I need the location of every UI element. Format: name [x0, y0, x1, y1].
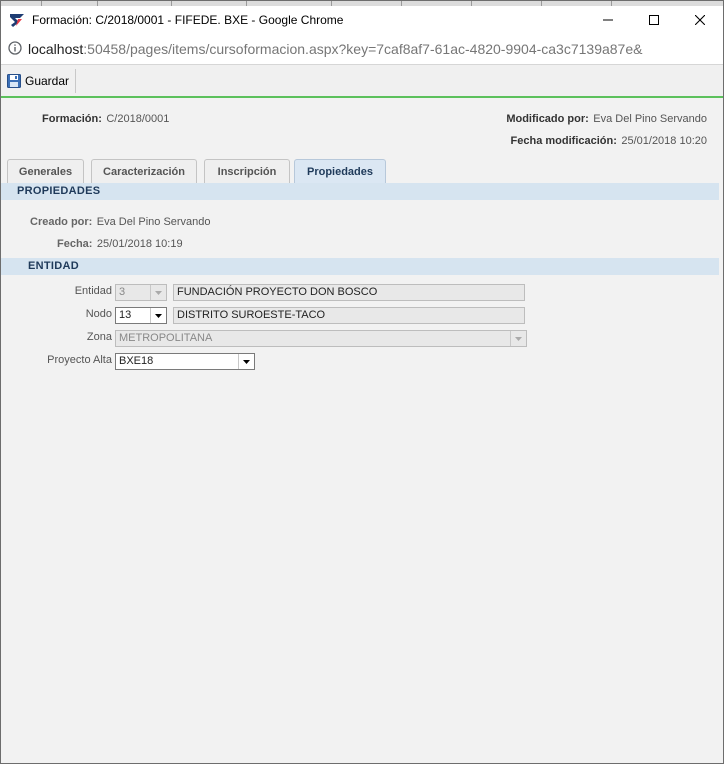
proyecto-alta-select[interactable]: BXE18 [115, 353, 255, 370]
app-logo-icon [10, 14, 24, 27]
tab-inscripcion[interactable]: Inscripción [204, 159, 290, 183]
window-title: Formación: C/2018/0001 - FIFEDE. BXE - G… [32, 13, 344, 27]
nodo-code-select[interactable]: 13 [115, 307, 167, 324]
formacion-value: C/2018/0001 [106, 113, 170, 125]
browser-window: Formación: C/2018/0001 - FIFEDE. BXE - G… [0, 0, 724, 764]
entidad-code-value: 3 [119, 286, 126, 298]
close-icon [695, 15, 705, 25]
nodo-name-field: DISTRITO SUROESTE-TACO [173, 307, 525, 324]
modificado-label: Modificado por: [506, 113, 589, 125]
chevron-down-icon [155, 313, 162, 318]
creado-por-label: Creado por: [30, 216, 93, 228]
maximize-icon [649, 15, 659, 25]
save-button-label: Guardar [25, 74, 70, 88]
entidad-dropdown-button[interactable] [150, 285, 166, 300]
chevron-down-icon [515, 336, 522, 341]
save-button[interactable]: Guardar [4, 69, 77, 93]
creado-por-info: Creado por: Eva Del Pino Servando [30, 212, 211, 230]
chevron-down-icon [243, 359, 250, 364]
section-entidad-header: ENTIDAD [1, 258, 719, 275]
tab-propiedades[interactable]: Propiedades [294, 159, 386, 183]
nodo-dropdown-button[interactable] [150, 308, 166, 323]
tab-caracterizacion[interactable]: Caracterización [91, 159, 197, 183]
entidad-name-field: FUNDACIÓN PROYECTO DON BOSCO [173, 284, 525, 301]
url-path: :50458/pages/items/cursoformacion.aspx?k… [83, 41, 643, 57]
proyecto-alta-dropdown-button[interactable] [238, 354, 254, 369]
modificado-info: Modificado por: Eva Del Pino Servando [506, 109, 707, 127]
zona-select[interactable]: METROPOLITANA [115, 330, 527, 347]
fecha-modificacion-label: Fecha modificación: [510, 135, 617, 147]
entidad-label: Entidad [74, 285, 112, 297]
info-icon[interactable] [8, 41, 22, 55]
url-text[interactable]: localhost:50458/pages/items/cursoformaci… [28, 41, 642, 57]
url-host: localhost [28, 41, 84, 57]
zona-label: Zona [86, 331, 112, 343]
section-propiedades-header: PROPIEDADES [1, 183, 719, 200]
maximize-button[interactable] [631, 6, 677, 34]
fecha-modificacion-value: 25/01/2018 10:20 [621, 135, 707, 147]
minimize-icon [603, 19, 613, 21]
fecha-modificacion-info: Fecha modificación: 25/01/2018 10:20 [511, 131, 707, 149]
fecha-creacion-label: Fecha: [57, 238, 93, 250]
form-content: Formación: C/2018/0001 Modificado por: E… [1, 98, 723, 763]
proyecto-alta-value: BXE18 [119, 355, 154, 367]
zona-dropdown-button[interactable] [510, 331, 526, 346]
formacion-label: Formación: [42, 113, 102, 125]
nodo-label: Nodo [85, 308, 112, 320]
fecha-creacion-info: Fecha: 25/01/2018 10:19 [57, 234, 183, 252]
close-button[interactable] [677, 6, 723, 34]
title-bar: Formación: C/2018/0001 - FIFEDE. BXE - G… [1, 6, 723, 34]
tab-generales[interactable]: Generales [7, 159, 84, 183]
zona-value: METROPOLITANA [119, 332, 213, 344]
fecha-creacion-value: 25/01/2018 10:19 [96, 238, 183, 250]
chevron-down-icon [155, 290, 162, 295]
entidad-code-select[interactable]: 3 [115, 284, 167, 301]
creado-por-value: Eva Del Pino Servando [96, 216, 211, 228]
floppy-disk-icon [7, 74, 21, 88]
address-bar[interactable]: localhost:50458/pages/items/cursoformaci… [1, 34, 723, 64]
nodo-code-value: 13 [119, 309, 132, 321]
proyecto-alta-label: Proyecto Alta [47, 354, 112, 366]
toolbar: Guardar [1, 64, 723, 96]
formacion-info: Formación: C/2018/0001 [42, 109, 169, 127]
minimize-button[interactable] [585, 6, 631, 34]
modificado-value: Eva Del Pino Servando [593, 113, 707, 125]
